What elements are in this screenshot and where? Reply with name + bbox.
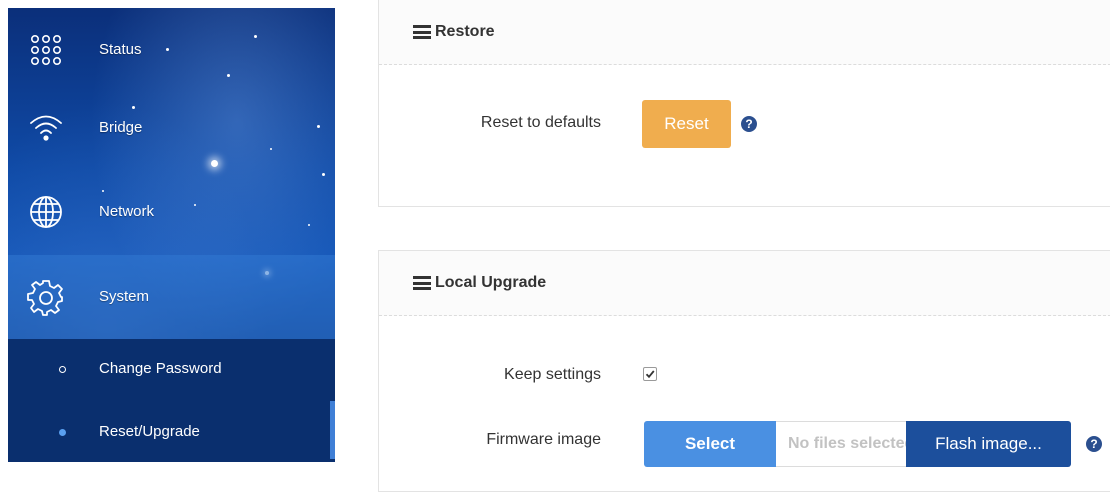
checkmark-icon: [645, 370, 655, 379]
active-indicator: [330, 401, 335, 459]
sidebar-item-bridge[interactable]: Bridge: [8, 86, 335, 170]
sidebar-item-label: Network: [99, 203, 155, 220]
system-submenu: Change Password Reset/Upgrade: [8, 339, 335, 462]
sidebar-item-status[interactable]: Status: [8, 8, 335, 92]
subnav-item-label: Change Password: [99, 360, 222, 377]
question-circle-icon[interactable]: ?: [741, 116, 757, 132]
subnav-item-change-password[interactable]: Change Password: [8, 339, 335, 399]
sidebar-item-label: Bridge: [99, 119, 143, 136]
selected-file-name: No files selected: [776, 421, 918, 467]
restore-panel: Restore Reset to defaults Reset ?: [378, 0, 1110, 207]
sidebar-item-system[interactable]: System: [8, 255, 335, 339]
sidebar: Status Bridge Network System Change Pass…: [8, 8, 335, 462]
keep-settings-label: Keep settings: [504, 366, 601, 383]
flash-image-button[interactable]: Flash image...: [906, 421, 1071, 467]
panel-title: Local Upgrade: [435, 274, 547, 291]
reset-to-defaults-label: Reset to defaults: [480, 114, 601, 131]
gear-icon: [22, 273, 70, 321]
list-icon: [413, 276, 431, 290]
panel-title: Restore: [435, 23, 495, 40]
dots-grid-icon: [22, 26, 70, 74]
sidebar-item-network[interactable]: Network: [8, 170, 335, 254]
select-file-button[interactable]: Select: [644, 421, 776, 467]
firmware-file-input: Select No files selected Flash image...: [644, 421, 1071, 467]
globe-icon: [22, 188, 70, 236]
keep-settings-checkbox[interactable]: [643, 367, 657, 381]
wifi-icon: [22, 104, 70, 152]
subnav-item-label: Reset/Upgrade: [99, 423, 200, 440]
reset-button[interactable]: Reset: [642, 100, 731, 148]
local-upgrade-panel: Local Upgrade Keep settings Firmware ima…: [378, 250, 1110, 492]
restore-panel-header: Restore: [379, 0, 1110, 65]
sidebar-item-label: Status: [99, 41, 142, 58]
local-upgrade-panel-header: Local Upgrade: [379, 251, 1110, 316]
circle-filled-icon: [59, 429, 66, 436]
firmware-image-label: Firmware image: [486, 431, 601, 448]
list-icon: [413, 25, 431, 39]
circle-outline-icon: [59, 366, 66, 373]
subnav-item-reset-upgrade[interactable]: Reset/Upgrade: [8, 401, 335, 461]
sidebar-item-label: System: [99, 288, 150, 305]
question-circle-icon[interactable]: ?: [1086, 436, 1102, 452]
